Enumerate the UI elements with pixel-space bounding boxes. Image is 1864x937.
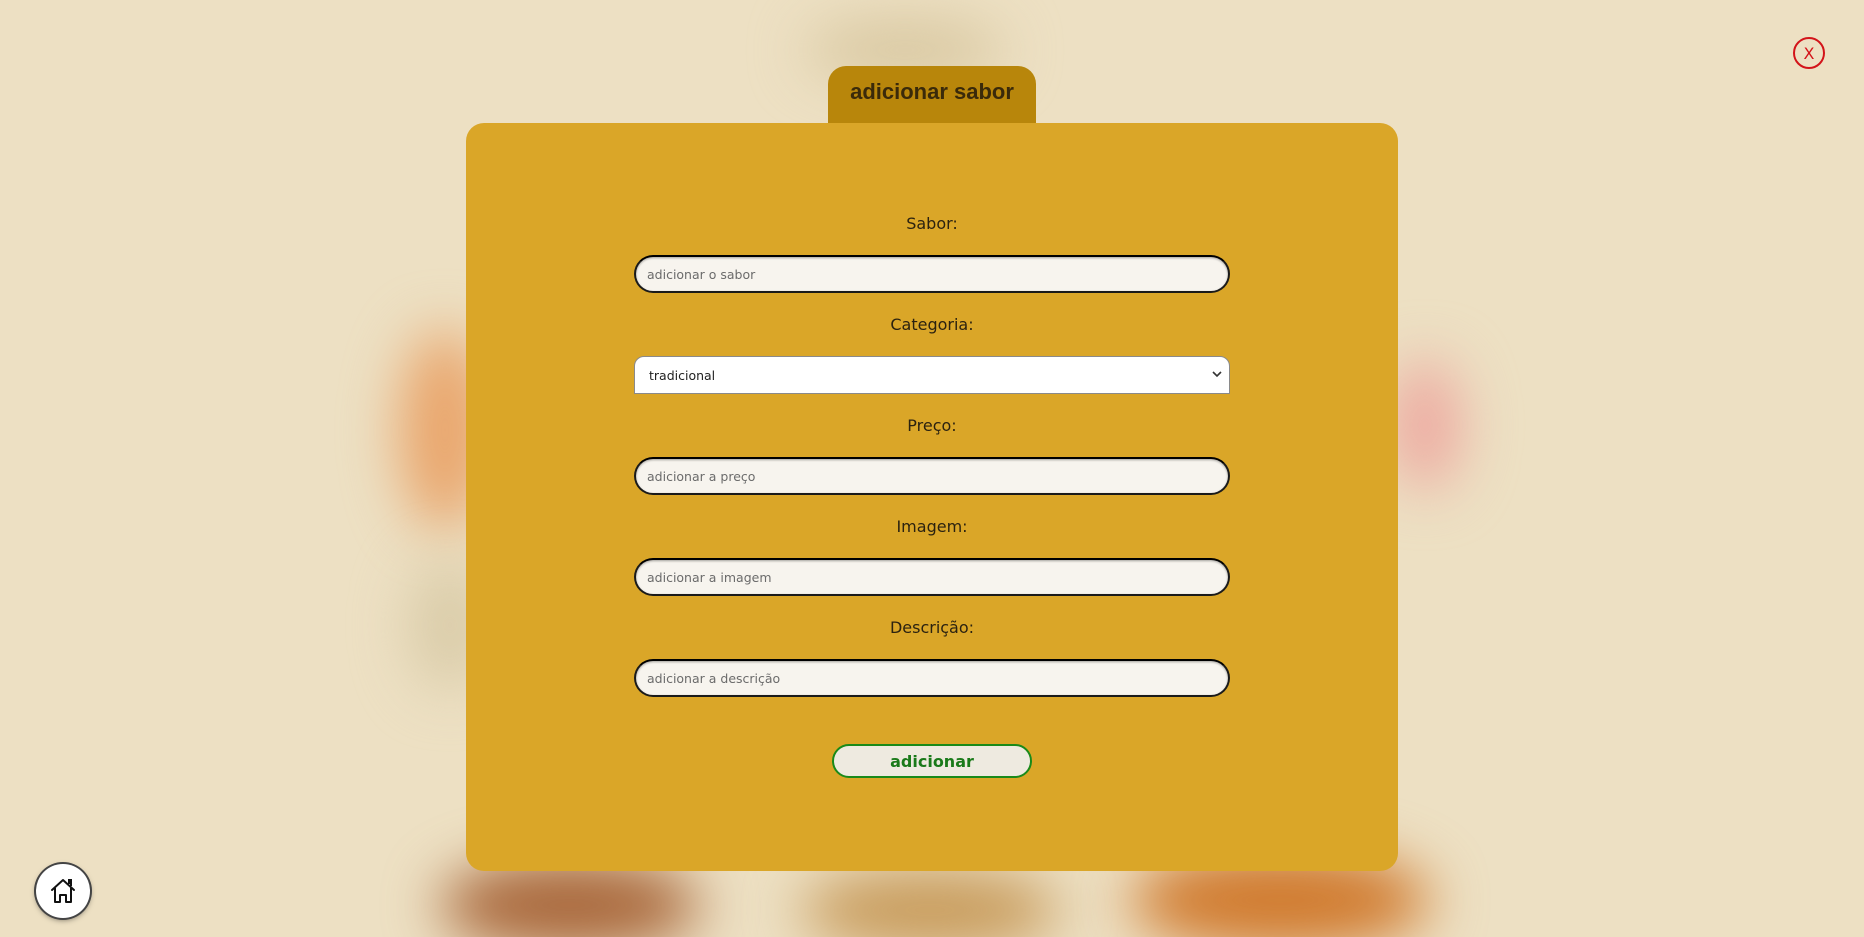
modal-title: adicionar sabor: [850, 79, 1014, 104]
background-image: [1390, 360, 1460, 490]
flavor-label: Sabor:: [906, 214, 958, 233]
category-select[interactable]: tradicional: [634, 356, 1230, 394]
add-button[interactable]: adicionar: [832, 744, 1032, 778]
description-input[interactable]: [634, 659, 1230, 697]
image-label: Imagem:: [896, 517, 968, 536]
background-image: [440, 860, 700, 937]
flavor-input[interactable]: [634, 255, 1230, 293]
category-label: Categoria:: [890, 315, 974, 334]
description-label: Descrição:: [889, 618, 975, 637]
home-icon: [51, 879, 75, 903]
image-input[interactable]: [634, 558, 1230, 596]
modal-header-tab: adicionar sabor: [828, 66, 1036, 124]
price-label: Preço:: [907, 416, 957, 435]
close-button[interactable]: X: [1793, 37, 1825, 69]
background-image: [800, 870, 1060, 937]
add-flavor-form: Sabor: Categoria: tradicional Preço: Ima…: [634, 214, 1230, 719]
home-button[interactable]: [36, 864, 90, 918]
price-input[interactable]: [634, 457, 1230, 495]
chevron-down-icon: [1212, 371, 1222, 378]
category-select-value[interactable]: tradicional: [634, 356, 1230, 394]
